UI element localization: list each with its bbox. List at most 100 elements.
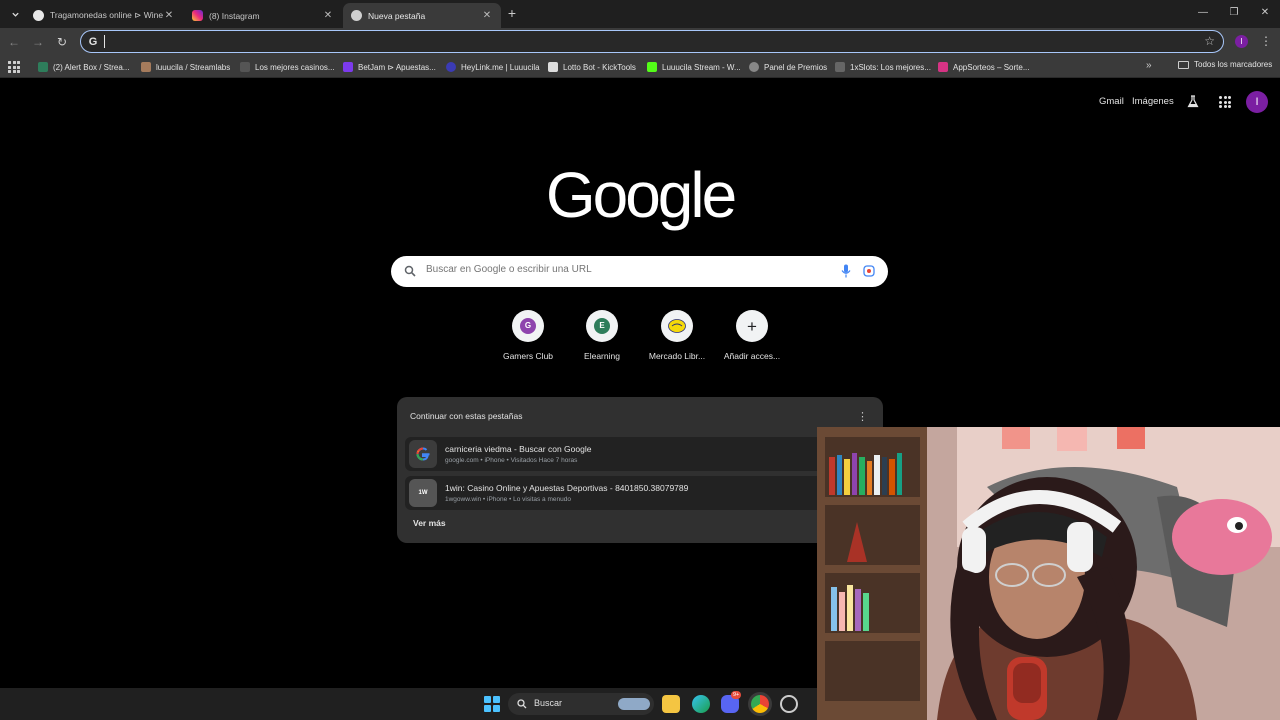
labs-flask-icon[interactable]: [1187, 95, 1199, 108]
bookmark-item[interactable]: 1xSlots: Los mejores...: [835, 60, 931, 74]
more-vert-icon[interactable]: ⋮: [857, 410, 868, 423]
heylink-icon: [446, 62, 456, 72]
1win-icon-text: 1W: [418, 490, 428, 496]
google-icon: [409, 440, 437, 468]
tab-nueva-pestana[interactable]: Nueva pestaña ✕: [343, 3, 501, 28]
file-explorer-icon[interactable]: [662, 695, 680, 713]
address-input[interactable]: [107, 35, 1223, 48]
chevron-down-icon: [11, 12, 19, 17]
tab-tragamonedas[interactable]: Tragamonedas online ⊳ Wine8 ✕: [25, 3, 183, 28]
continue-tabs-card: Continuar con estas pestañas ⋮ carniceri…: [397, 397, 883, 543]
mercado-libre-icon: [668, 319, 686, 333]
slots-icon: [835, 62, 845, 72]
see-more-link[interactable]: Ver más: [413, 518, 446, 528]
continue-item-subtitle: google.com • iPhone • Visitados Hace 7 h…: [445, 457, 578, 464]
close-icon[interactable]: ✕: [481, 10, 493, 21]
bookmark-label: (2) Alert Box / Strea...: [53, 62, 130, 72]
bookmarks-bar: (2) Alert Box / Strea... luuucila / Stre…: [0, 56, 1280, 78]
google-apps-icon[interactable]: [1219, 96, 1231, 108]
betjam-icon: [343, 62, 353, 72]
google-search-box[interactable]: [391, 256, 888, 287]
folder-icon: [1178, 60, 1189, 69]
tab-search-button[interactable]: [6, 5, 24, 23]
forward-button[interactable]: →: [30, 34, 46, 50]
edge-icon[interactable]: [692, 695, 710, 713]
shortcut-elearning[interactable]: E Elearning: [564, 310, 640, 361]
toolbar: ← → ↻ G ☆: [0, 28, 1280, 56]
continue-item-subtitle: 1wgoww.win • iPhone • Lo visitas a menud…: [445, 496, 571, 503]
new-tab-button[interactable]: +: [504, 5, 520, 21]
bookmark-item[interactable]: Lotto Bot - KickTools: [548, 60, 636, 74]
chrome-icon: [351, 10, 362, 21]
card-heading: Continuar con estas pestañas: [410, 411, 523, 421]
gmail-link[interactable]: Gmail: [1099, 96, 1124, 107]
account-avatar[interactable]: I: [1246, 91, 1268, 113]
webcam-overlay: [817, 427, 1280, 720]
1win-icon: 1W: [409, 479, 437, 507]
reload-button[interactable]: ↻: [54, 34, 70, 50]
windows-taskbar: Buscar 9+: [0, 688, 817, 720]
shortcut-gamers-club[interactable]: G Gamers Club: [490, 310, 566, 361]
shortcut-icon-circle: E: [586, 310, 618, 342]
bookmark-item[interactable]: Luuucila Stream - W...: [647, 60, 741, 74]
bookmark-item[interactable]: BetJam ⊳ Apuestas...: [343, 60, 436, 74]
shortcut-mercado-libre[interactable]: Mercado Libr...: [639, 310, 715, 361]
bookmark-item[interactable]: AppSorteos – Sorte...: [938, 60, 1030, 74]
bookmark-label: BetJam ⊳ Apuestas...: [358, 62, 436, 72]
taskbar-search-label: Buscar: [534, 698, 563, 708]
continue-item[interactable]: carniceria viedma - Buscar con Google go…: [405, 437, 875, 471]
plus-icon: +: [747, 316, 757, 336]
bookmark-item[interactable]: HeyLink.me | Luuucila: [446, 60, 540, 74]
casino-icon: [240, 62, 250, 72]
profile-avatar[interactable]: I: [1235, 35, 1248, 48]
bookmark-item[interactable]: (2) Alert Box / Strea...: [38, 60, 129, 74]
windows-start-icon[interactable]: [484, 696, 500, 712]
tab-title: Nueva pestaña: [368, 10, 426, 21]
wine-favicon-icon: [33, 10, 44, 21]
shortcut-add[interactable]: + Añadir acces...: [714, 310, 790, 361]
tab-title: Tragamonedas online ⊳ Wine8: [50, 10, 163, 20]
close-icon[interactable]: ✕: [163, 10, 175, 21]
tab-instagram[interactable]: (8) Instagram ✕: [184, 3, 342, 28]
appsorteos-icon: [938, 62, 948, 72]
bookmark-star-icon[interactable]: ☆: [1204, 34, 1215, 48]
bookmark-label: 1xSlots: Los mejores...: [850, 62, 931, 72]
bookmark-item[interactable]: Panel de Premios: [749, 60, 827, 74]
images-link[interactable]: Imágenes: [1132, 96, 1174, 107]
google-logo: Google: [545, 159, 737, 231]
letter-g-icon: G: [520, 318, 536, 334]
tab-strip: Tragamonedas online ⊳ Wine8 ✕ (8) Instag…: [0, 0, 1280, 28]
search-input[interactable]: [426, 264, 826, 275]
microphone-icon[interactable]: [841, 264, 851, 278]
bookmark-label: Panel de Premios: [764, 62, 828, 72]
letter-e-icon: E: [594, 318, 610, 334]
shortcut-label: Añadir acces...: [723, 351, 781, 361]
restore-button[interactable]: ❐: [1226, 5, 1242, 21]
shortcut-label: Elearning: [584, 351, 620, 361]
close-icon[interactable]: ✕: [322, 10, 334, 21]
webcam-scene: [817, 427, 1280, 720]
apps-grid-icon[interactable]: [8, 61, 20, 73]
chrome-menu-icon[interactable]: ⋮: [1260, 34, 1272, 48]
continue-item-title: 1win: Casino Online y Apuestas Deportiva…: [445, 483, 689, 493]
bookmark-label: AppSorteos – Sorte...: [953, 62, 1030, 72]
bookmark-item[interactable]: Los mejores casinos...: [240, 60, 335, 74]
bookmark-item[interactable]: luuucila / Streamlabs: [141, 60, 230, 74]
shortcut-icon-circle: G: [512, 310, 544, 342]
bookmark-label: Lotto Bot - KickTools: [563, 62, 636, 72]
globe-icon: [749, 62, 759, 72]
google-lens-icon[interactable]: [863, 265, 875, 277]
continue-item-title: carniceria viedma - Buscar con Google: [445, 444, 592, 454]
minimize-button[interactable]: —: [1195, 5, 1211, 21]
continue-item[interactable]: 1W 1win: Casino Online y Apuestas Deport…: [405, 476, 875, 510]
address-bar[interactable]: G ☆: [80, 30, 1224, 53]
app-icon[interactable]: [780, 695, 798, 713]
search-icon: [404, 265, 416, 277]
chevron-double-right-icon[interactable]: »: [1146, 60, 1152, 71]
chrome-icon[interactable]: [751, 695, 769, 713]
all-bookmarks-folder[interactable]: Todos los marcadores: [1178, 60, 1272, 69]
shortcut-icon-circle: [661, 310, 693, 342]
back-button[interactable]: ←: [6, 34, 22, 50]
taskbar-search[interactable]: Buscar: [508, 693, 654, 715]
close-window-button[interactable]: ✕: [1257, 5, 1273, 21]
